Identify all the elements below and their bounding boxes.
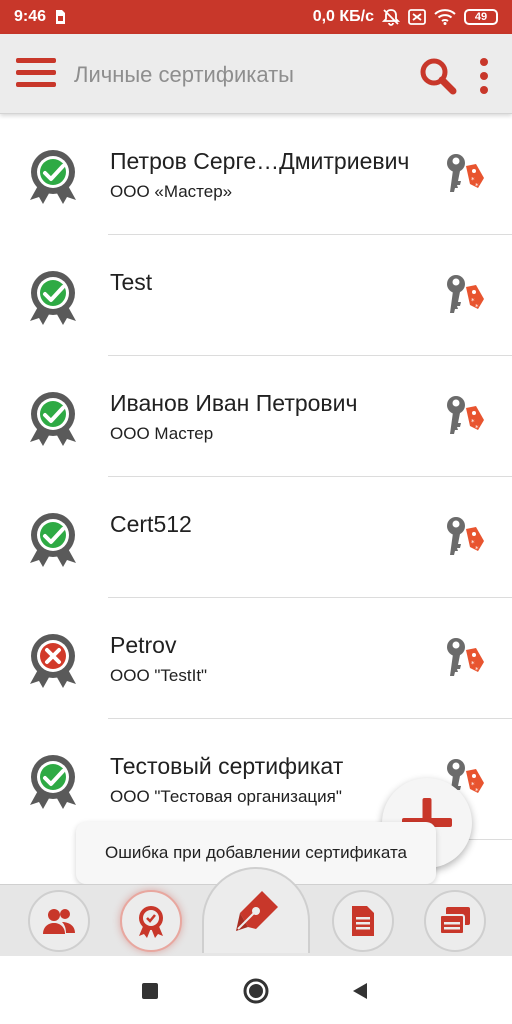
search-icon[interactable]: [418, 56, 458, 96]
status-bar: 9:46 0,0 КБ/с 49: [0, 0, 512, 34]
contacts-icon: [43, 909, 75, 934]
status-time: 9:46: [14, 8, 47, 25]
private-key-icon: * *: [444, 636, 486, 680]
more-vert-icon[interactable]: [474, 56, 494, 96]
home-circle-icon[interactable]: [241, 976, 271, 1006]
svg-text:*: *: [475, 303, 479, 311]
private-key-icon: * *: [444, 152, 486, 196]
certificate-name: Petrov: [110, 632, 177, 658]
svg-text:*: *: [475, 182, 479, 190]
certificate-valid-icon: [26, 267, 80, 325]
windows-stack-icon: [439, 907, 470, 935]
certificate-invalid-icon: [26, 630, 80, 688]
private-key-icon: * *: [444, 273, 486, 317]
certificate-list-item[interactable]: Cert512 * *: [0, 477, 512, 598]
certificate-name: Cert512: [110, 511, 192, 537]
certificate-list-item[interactable]: Петров Серге…Дмитриевич ООО «Мастер» * *: [0, 114, 512, 235]
certificate-org: ООО «Мастер»: [110, 182, 233, 201]
pen-nib-icon: [236, 891, 278, 931]
svg-text:*: *: [475, 666, 479, 674]
svg-text:*: *: [475, 424, 479, 432]
private-key-icon: * *: [444, 394, 486, 438]
page-title: Личные сертификаты: [74, 62, 294, 87]
recents-square-icon[interactable]: [135, 976, 165, 1006]
certificate-valid-icon: [26, 146, 80, 204]
certificate-org: ООО "Тестовая организация": [110, 787, 342, 806]
document-icon: [352, 906, 374, 936]
back-triangle-icon[interactable]: [345, 976, 375, 1006]
certificate-name: Тестовый сертификат: [110, 753, 344, 779]
certificate-list: Петров Серге…Дмитриевич ООО «Мастер» * * Tes…: [0, 114, 512, 840]
certificate-list-item[interactable]: Test * *: [0, 235, 512, 356]
certificate-org: ООО "TestIt": [110, 666, 208, 685]
certificate-valid-icon: [26, 751, 80, 809]
screen: 9:46 0,0 КБ/с 49 Личные сертификаты Петр…: [0, 0, 512, 1024]
bottom-nav: [0, 867, 512, 956]
certificate-valid-icon: [26, 509, 80, 567]
app-bar: Личные сертификаты: [0, 34, 512, 114]
certificate-name: Test: [110, 269, 153, 295]
notification-box-icon: [408, 9, 426, 25]
wifi-icon: [434, 9, 456, 25]
battery-indicator: 49: [464, 9, 498, 25]
mute-bell-icon: [382, 8, 400, 26]
nav-contacts-button[interactable]: [28, 890, 90, 952]
status-right: 0,0 КБ/с 49: [313, 8, 498, 26]
certificate-name: Иванов Иван Петрович: [110, 390, 358, 416]
nav-journal-button[interactable]: [424, 890, 486, 952]
nav-documents-button[interactable]: [332, 890, 394, 952]
certificate-list-item[interactable]: Иванов Иван Петрович ООО Мастер * *: [0, 356, 512, 477]
hamburger-menu-icon[interactable]: [16, 58, 56, 90]
network-speed: 0,0 КБ/с: [312, 8, 374, 25]
certificate-list-item[interactable]: Petrov ООО "TestIt" * *: [0, 598, 512, 719]
system-nav-bar: [0, 956, 512, 1024]
sim-icon: [54, 9, 66, 25]
nav-certificates-button[interactable]: [120, 890, 182, 952]
certificate-org: ООО Мастер: [110, 424, 214, 443]
certificate-badge-icon: [139, 906, 163, 938]
svg-text:*: *: [475, 545, 479, 553]
svg-text:*: *: [475, 787, 479, 795]
private-key-icon: * *: [444, 515, 486, 559]
certificate-valid-icon: [26, 388, 80, 446]
certificate-name: Петров Серге…Дмитриевич: [110, 148, 410, 174]
